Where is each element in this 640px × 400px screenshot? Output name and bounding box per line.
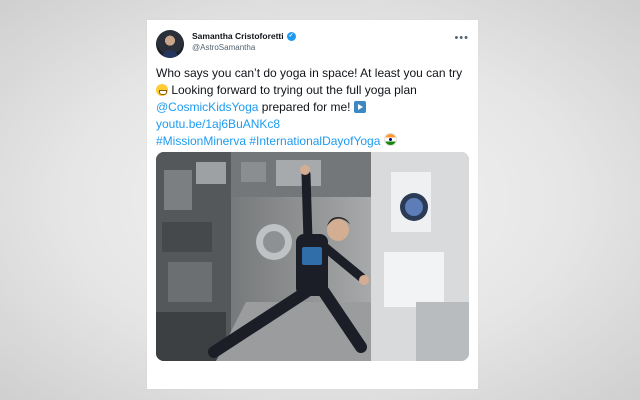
mention-link[interactable]: @CosmicKidsYoga: [156, 100, 258, 114]
author-name[interactable]: Samantha Cristoforetti: [192, 31, 284, 41]
avatar[interactable]: [156, 30, 184, 58]
tweet-text-part: prepared for me!: [258, 100, 354, 114]
url-link[interactable]: youtu.be/1aj6BuANKc8: [156, 117, 280, 131]
space-station-photo: [156, 152, 469, 361]
tweet-photo[interactable]: [156, 152, 469, 361]
tweet-text-part: Who says you can’t do yoga in space! At …: [156, 66, 463, 80]
tweet-text-part: Looking forward to trying out the full y…: [168, 83, 417, 97]
grinning-face-icon: [156, 84, 168, 96]
hashtag-link[interactable]: #MissionMinerva: [156, 134, 246, 148]
tweet-card[interactable]: Samantha Cristoforetti ✓ @AstroSamantha …: [147, 20, 478, 389]
hashtag-link[interactable]: #InternationalDayofYoga: [249, 134, 380, 148]
author-block: Samantha Cristoforetti ✓ @AstroSamantha: [192, 31, 296, 52]
author-name-row[interactable]: Samantha Cristoforetti ✓: [192, 31, 296, 41]
verified-badge-icon: ✓: [286, 31, 296, 41]
tweet-header: Samantha Cristoforetti ✓ @AstroSamantha …: [156, 30, 469, 60]
play-button-icon: [353, 101, 366, 113]
india-flag-icon: [383, 133, 397, 146]
more-options-icon[interactable]: •••: [454, 33, 469, 44]
tweet-text: Who says you can’t do yoga in space! At …: [156, 65, 472, 150]
author-handle[interactable]: @AstroSamantha: [192, 43, 296, 52]
